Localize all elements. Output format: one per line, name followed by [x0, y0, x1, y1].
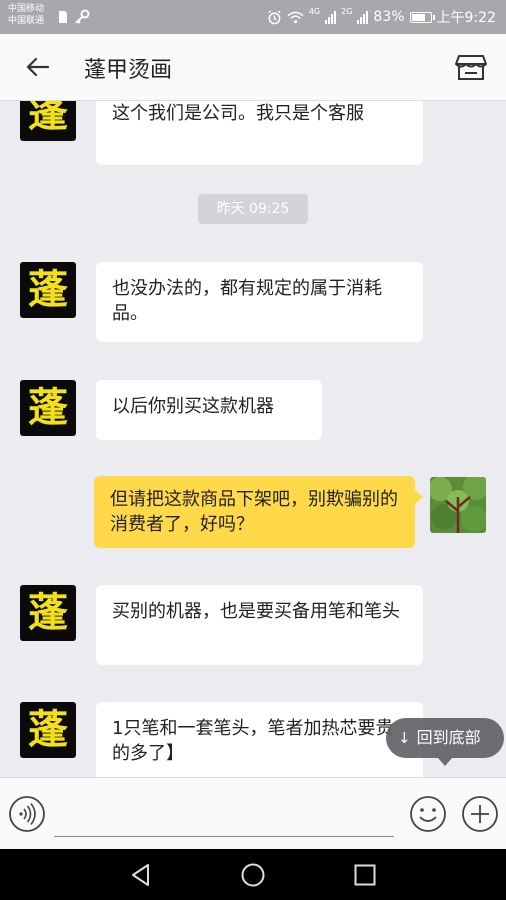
input-bar — [0, 777, 506, 850]
carrier-2: 中国联通 — [8, 16, 45, 26]
message-text: 但请把这款商品下架吧，别欺骗别的消费者了，好吗？ — [110, 489, 398, 535]
key-icon — [75, 9, 90, 24]
shop-avatar[interactable]: 蓬 — [20, 585, 76, 641]
carrier-labels: 中国移动 中国联通 — [8, 3, 44, 27]
shop-avatar[interactable]: 蓬 — [20, 380, 76, 436]
arrow-down-icon: ↓ — [398, 729, 411, 747]
circle-home-icon[interactable] — [238, 860, 268, 890]
plus-icon[interactable] — [460, 794, 500, 834]
timestamp: 昨天 09:25 — [198, 194, 308, 224]
alarm-icon — [268, 9, 281, 24]
message-bubble[interactable]: 1只笔和一套笔头，笔者加热芯要贵的多了】 — [96, 702, 423, 777]
signal-2-icon — [357, 10, 369, 24]
message-bubble[interactable]: 以后你别买这款机器 — [96, 380, 322, 440]
message-input[interactable] — [54, 796, 394, 837]
emoji-icon[interactable] — [408, 794, 448, 834]
network-1-label: 4G — [308, 7, 321, 16]
message-text: 买别的机器，也是要买备用笔和笔头 — [112, 601, 400, 622]
square-recents-icon[interactable] — [350, 860, 380, 890]
network-2-label: 2G — [341, 7, 353, 16]
user-avatar[interactable] — [430, 477, 486, 533]
message-bubble[interactable]: 这个我们是公司。我只是个客服 — [96, 101, 423, 165]
chat-title: 蓬甲烫画 — [84, 58, 173, 83]
message-text: 1只笔和一套笔头，笔者加热芯要贵的多了】 — [112, 718, 394, 764]
battery-level-fill — [411, 13, 425, 21]
plant-avatar-image — [430, 477, 486, 533]
jump-to-bottom-label: 回到底部 — [416, 728, 481, 747]
wifi-icon — [287, 11, 304, 23]
battery-percent: 83% — [373, 9, 405, 25]
battery-icon — [409, 11, 435, 23]
message-bubble[interactable]: 买别的机器，也是要买备用笔和笔头 — [96, 585, 423, 665]
message-text: 以后你别买这款机器 — [112, 396, 274, 417]
arrow-left-icon[interactable] — [22, 51, 54, 83]
shop-avatar[interactable]: 蓬 — [20, 262, 76, 318]
status-bar: 中国移动 中国联通 4G 2G 83% 上午9:22 — [0, 0, 506, 34]
my-message-bubble[interactable]: 但请把这款商品下架吧，别欺骗别的消费者了，好吗？ — [94, 476, 423, 548]
status-left-icons — [58, 9, 90, 25]
clock: 上午9:22 — [436, 10, 496, 26]
shop-avatar[interactable]: 蓬 — [20, 101, 76, 141]
voice-icon[interactable] — [8, 795, 46, 833]
message-text: 这个我们是公司。我只是个客服 — [112, 103, 364, 124]
chat-list[interactable]: 蓬 这个我们是公司。我只是个客服 昨天 09:25 蓬 也没办法的，都有规定的属… — [0, 101, 506, 777]
message-bubble[interactable]: 也没办法的，都有规定的属于消耗品。 — [96, 262, 423, 342]
shop-avatar[interactable]: 蓬 — [20, 702, 76, 758]
signal-1-icon — [325, 10, 337, 24]
jump-to-bottom-button[interactable]: ↓ 回到底部 — [386, 718, 504, 766]
carrier-1: 中国移动 — [8, 4, 45, 14]
status-right: 4G 2G 83% 上午9:22 — [267, 7, 496, 27]
sim-icon — [59, 11, 67, 23]
system-nav-bar — [0, 849, 506, 900]
store-icon[interactable] — [454, 50, 488, 84]
chat-header: 蓬甲烫画 — [0, 34, 506, 101]
message-text: 也没办法的，都有规定的属于消耗品。 — [112, 278, 382, 324]
triangle-back-icon[interactable] — [126, 860, 156, 890]
